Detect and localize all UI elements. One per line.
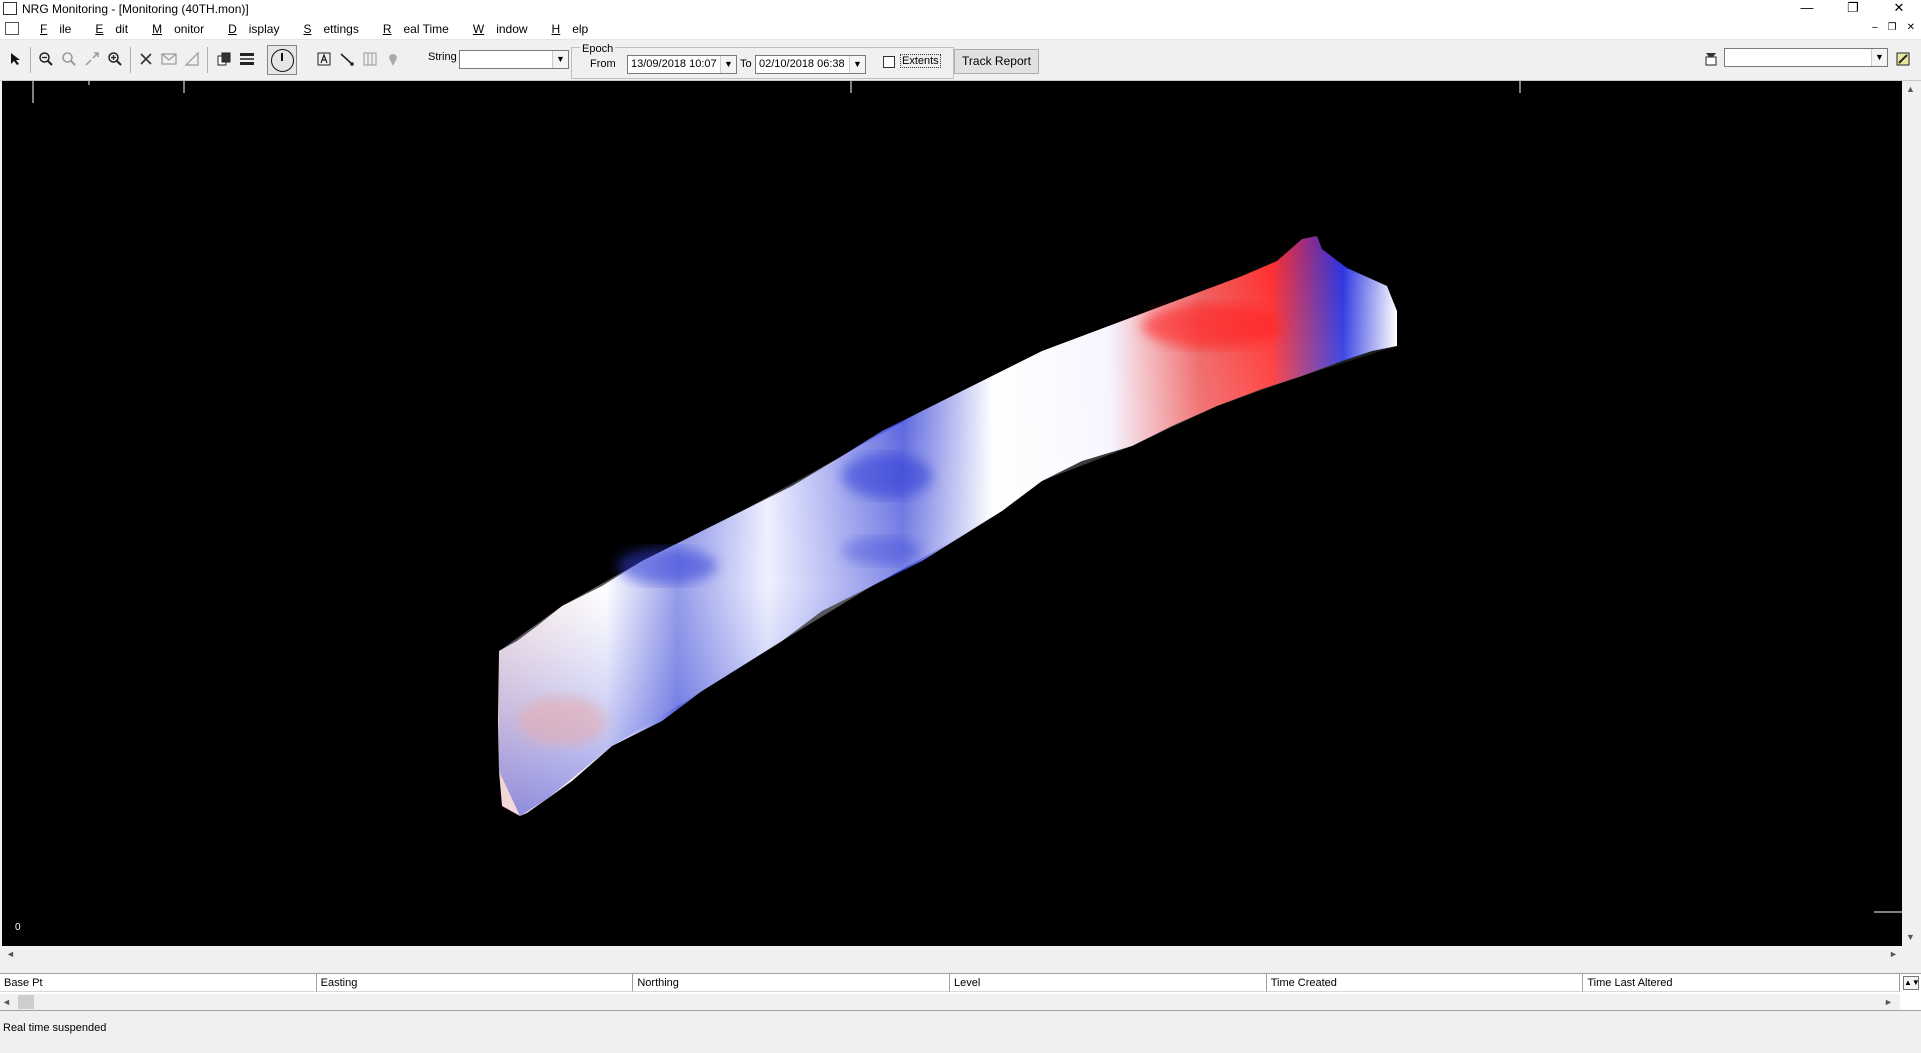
status-bar: Real time suspended [0, 1014, 1921, 1053]
menu-monitor[interactable]: Monitor [140, 22, 216, 36]
minimize-button[interactable]: — [1785, 0, 1829, 18]
menu-edit[interactable]: Edit [83, 22, 140, 36]
string-combo[interactable]: ▼ [459, 50, 569, 69]
mdi-minimize-button[interactable]: – [1872, 22, 1878, 33]
draw-line-icon[interactable] [337, 49, 357, 69]
map-view[interactable]: 0 [2, 81, 1902, 946]
mdi-close-button[interactable]: ✕ [1907, 22, 1915, 33]
mdi-restore-button[interactable]: ❐ [1888, 22, 1897, 33]
menu-real-time[interactable]: Real Time [371, 22, 461, 36]
vertical-scrollbar[interactable]: ▲ ▼ [1902, 81, 1919, 946]
layers-icon[interactable] [214, 49, 234, 69]
measure-icon[interactable] [182, 49, 202, 69]
mdi-controls: – ❐ ✕ [1872, 22, 1915, 33]
deformation-contour-map [32, 81, 1902, 913]
points-table: Base Pt Easting Northing Level Time Crea… [0, 973, 1921, 1011]
select-pointer-icon[interactable] [6, 49, 26, 69]
scroll-thumb[interactable] [18, 995, 34, 1009]
menu-file[interactable]: File [28, 22, 83, 36]
layer-combo[interactable]: ▼ [1724, 48, 1888, 67]
extents-label[interactable]: Extents [900, 54, 941, 68]
chevron-down-icon[interactable]: ▼ [1871, 49, 1887, 66]
column-header-base-pt[interactable]: Base Pt [0, 974, 317, 992]
from-label: From [590, 58, 616, 70]
restore-button[interactable]: ❐ [1831, 0, 1875, 18]
column-header-northing[interactable]: Northing [633, 974, 951, 992]
column-header-time-last-altered[interactable]: Time Last Altered [1583, 974, 1901, 992]
menu-display[interactable]: Display [216, 22, 291, 36]
filter-icon[interactable] [1701, 49, 1721, 69]
marker-pin-icon[interactable] [383, 49, 403, 69]
toolbar-separator [30, 47, 31, 73]
to-date-combo[interactable]: 02/10/2018 06:38 ▼ [755, 55, 866, 74]
from-date-value: 13/09/2018 10:07 [631, 58, 717, 70]
chevron-down-icon[interactable]: ▼ [849, 56, 865, 73]
toolbar-separator [130, 47, 131, 73]
title-bar: NRG Monitoring - [Monitoring (40TH.mon)]… [0, 0, 1921, 18]
pencil-settings-icon[interactable] [1893, 49, 1913, 69]
table-header: Base Pt Easting Northing Level Time Crea… [0, 974, 1901, 992]
extents-checkbox[interactable] [883, 56, 895, 68]
toolbar: String ▼ Epoch From 13/09/2018 10:07 ▼ T… [0, 41, 1921, 81]
chevron-down-icon[interactable]: ▼ [720, 56, 736, 73]
zoom-window-icon[interactable] [59, 49, 79, 69]
document-icon[interactable] [5, 22, 19, 35]
menu-help[interactable]: Help [540, 22, 601, 36]
toolbar-separator [207, 47, 208, 73]
from-date-combo[interactable]: 13/09/2018 10:07 ▼ [627, 55, 737, 74]
zoom-out-icon[interactable] [36, 49, 56, 69]
scroll-left-icon[interactable]: ◄ [2, 946, 19, 963]
grid-icon[interactable] [360, 49, 380, 69]
column-header-level[interactable]: Level [950, 974, 1267, 992]
zoom-in-icon[interactable] [105, 49, 125, 69]
horizontal-scrollbar[interactable]: ◄ ► [2, 946, 1902, 963]
real-time-clock-button[interactable] [267, 45, 297, 75]
menu-settings[interactable]: Settings [291, 22, 370, 36]
menu-bar: File Edit Monitor Display Settings Real … [0, 18, 1921, 40]
scroll-left-icon[interactable]: ◄ [2, 994, 16, 1010]
menu: File Edit Monitor Display Settings Real … [28, 22, 600, 36]
to-date-value: 02/10/2018 06:38 [759, 58, 845, 70]
column-header-easting[interactable]: Easting [316, 974, 634, 992]
to-label: To [740, 58, 752, 70]
column-header-time-created[interactable]: Time Created [1266, 974, 1584, 992]
list-settings-icon[interactable] [237, 49, 257, 69]
track-report-button[interactable]: Track Report [954, 49, 1039, 74]
window-title: NRG Monitoring - [Monitoring (40TH.mon)] [22, 2, 249, 16]
chevron-down-icon[interactable]: ▼ [552, 51, 568, 68]
clock-icon [271, 49, 294, 72]
scroll-down-icon[interactable]: ▼ [1902, 929, 1919, 946]
app-icon [3, 2, 17, 15]
table-scroll-spinner[interactable]: ▲▼ [1903, 976, 1920, 990]
settlement-surface [498, 236, 1397, 816]
text-annotation-icon[interactable] [314, 49, 334, 69]
table-horizontal-scrollbar[interactable]: ◄ ► [0, 994, 1900, 1010]
menu-window[interactable]: Window [461, 22, 540, 36]
origin-label: 0 [15, 922, 21, 933]
string-label: String [428, 51, 457, 63]
mail-icon[interactable] [159, 49, 179, 69]
scroll-up-icon[interactable]: ▲ [1902, 81, 1919, 98]
scroll-right-icon[interactable]: ► [1885, 946, 1902, 963]
status-text: Real time suspended [3, 1022, 107, 1034]
clock-hand [281, 53, 283, 61]
epoch-label: Epoch [580, 43, 616, 55]
scroll-right-icon[interactable]: ► [1884, 994, 1898, 1010]
zoom-extents-icon[interactable] [82, 49, 102, 69]
close-button[interactable]: ✕ [1877, 0, 1921, 18]
pan-icon[interactable] [136, 49, 156, 69]
